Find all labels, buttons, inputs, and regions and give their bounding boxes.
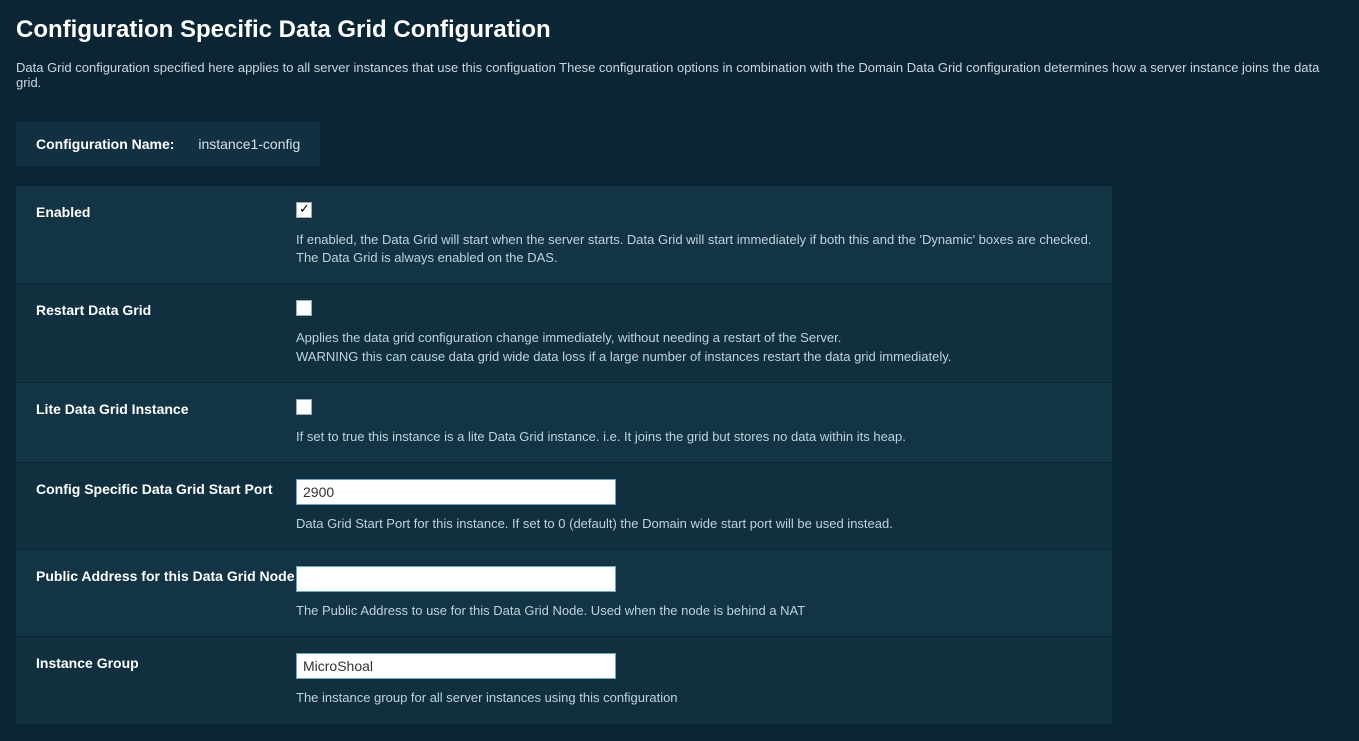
config-name-value: instance1-config bbox=[198, 136, 300, 152]
public-address-row: Public Address for this Data Grid Node T… bbox=[16, 550, 1112, 637]
instance-group-description: The instance group for all server instan… bbox=[296, 689, 1092, 707]
start-port-input[interactable] bbox=[296, 479, 616, 505]
config-name-label: Configuration Name: bbox=[36, 136, 174, 152]
public-address-description: The Public Address to use for this Data … bbox=[296, 602, 1092, 620]
lite-row: Lite Data Grid Instance If set to true t… bbox=[16, 383, 1112, 463]
lite-description: If set to true this instance is a lite D… bbox=[296, 428, 1092, 446]
enabled-label: Enabled bbox=[36, 202, 296, 267]
form-container: Enabled If enabled, the Data Grid will s… bbox=[16, 186, 1112, 725]
page-title: Configuration Specific Data Grid Configu… bbox=[16, 16, 1343, 44]
instance-group-row: Instance Group The instance group for al… bbox=[16, 637, 1112, 724]
restart-row: Restart Data Grid Applies the data grid … bbox=[16, 284, 1112, 382]
page-description: Data Grid configuration specified here a… bbox=[16, 60, 1343, 90]
enabled-checkbox[interactable] bbox=[296, 202, 312, 218]
public-address-input[interactable] bbox=[296, 566, 616, 592]
public-address-label: Public Address for this Data Grid Node bbox=[36, 566, 296, 620]
restart-checkbox[interactable] bbox=[296, 300, 312, 316]
lite-checkbox[interactable] bbox=[296, 399, 312, 415]
enabled-description: If enabled, the Data Grid will start whe… bbox=[296, 231, 1092, 267]
start-port-description: Data Grid Start Port for this instance. … bbox=[296, 515, 1092, 533]
restart-label: Restart Data Grid bbox=[36, 300, 296, 365]
config-name-bar: Configuration Name: instance1-config bbox=[16, 122, 320, 166]
instance-group-input[interactable] bbox=[296, 653, 616, 679]
instance-group-label: Instance Group bbox=[36, 653, 296, 707]
enabled-row: Enabled If enabled, the Data Grid will s… bbox=[16, 186, 1112, 284]
start-port-row: Config Specific Data Grid Start Port Dat… bbox=[16, 463, 1112, 550]
lite-label: Lite Data Grid Instance bbox=[36, 399, 296, 446]
start-port-label: Config Specific Data Grid Start Port bbox=[36, 479, 296, 533]
restart-description: Applies the data grid configuration chan… bbox=[296, 329, 1092, 365]
